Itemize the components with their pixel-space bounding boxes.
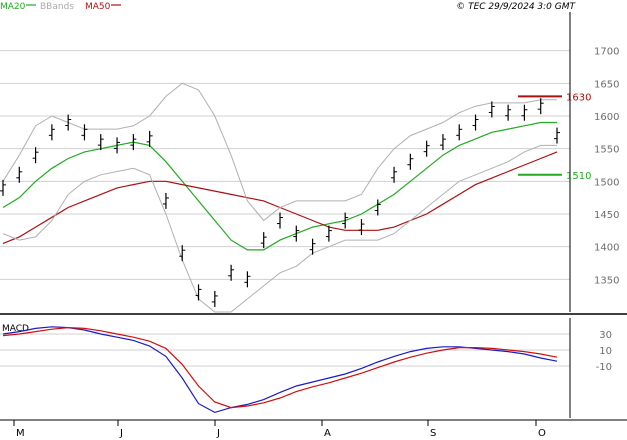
chart-canvas: MA20 BBands MA50 © TEC 29/9/2024 3:0 GMT… (0, 2, 627, 439)
x-axis: MJJASO (0, 419, 627, 439)
x-tick-label: O (538, 428, 546, 439)
price-annotations: 1630 1510 (518, 92, 591, 182)
x-tick-label: J (119, 428, 123, 439)
x-tick-label: M (16, 428, 25, 439)
price-tick-label: 1400 (594, 243, 619, 254)
x-tick-label: A (324, 428, 331, 439)
price-tick-label: 1350 (594, 275, 619, 286)
level-label: 1510 (566, 171, 591, 182)
price-tick-label: 1500 (594, 177, 619, 188)
legend-bbands: BBands (40, 2, 74, 12)
level-label: 1630 (566, 92, 591, 103)
series-bbands-lower (2, 144, 557, 313)
x-tick-label: J (216, 428, 220, 439)
macd-tick-label: 30 (599, 330, 612, 341)
macd-panel: MACD 3010-10 (0, 318, 612, 418)
legend-ma20: MA20 (0, 2, 26, 12)
price-series (0, 82, 560, 313)
series-macd (2, 326, 558, 414)
macd-series (2, 326, 558, 414)
macd-y-axis: 30 10 -10 (596, 330, 612, 373)
series-ma50 (2, 151, 558, 244)
price-tick-label: 1700 (594, 47, 619, 58)
price-panel: 1700 1650 1600 1550 1500 1450 1400 1350 1630 151… (0, 12, 627, 315)
macd-grid (0, 318, 571, 418)
price-tick-label: 1550 (594, 145, 619, 156)
macd-tick-label: 10 (599, 346, 612, 357)
macd-tick-label: -10 (596, 362, 612, 373)
price-tick-label: 1450 (594, 210, 619, 221)
legend: MA20 BBands MA50 (0, 2, 121, 12)
series-signal (2, 326, 558, 409)
price-tick-label: 1650 (594, 79, 619, 90)
price-tick-label: 1600 (594, 112, 619, 123)
price-y-axis: 1700 1650 1600 1550 1500 1450 1400 1350 (594, 47, 619, 287)
copyright-text: © TEC 29/9/2024 3:0 GMT (456, 2, 576, 12)
stock-chart: MA20 BBands MA50 © TEC 29/9/2024 3:0 GMT… (0, 0, 627, 440)
legend-ma50: MA50 (85, 2, 111, 12)
x-tick-label: S (430, 428, 436, 439)
price-grid (0, 12, 627, 315)
